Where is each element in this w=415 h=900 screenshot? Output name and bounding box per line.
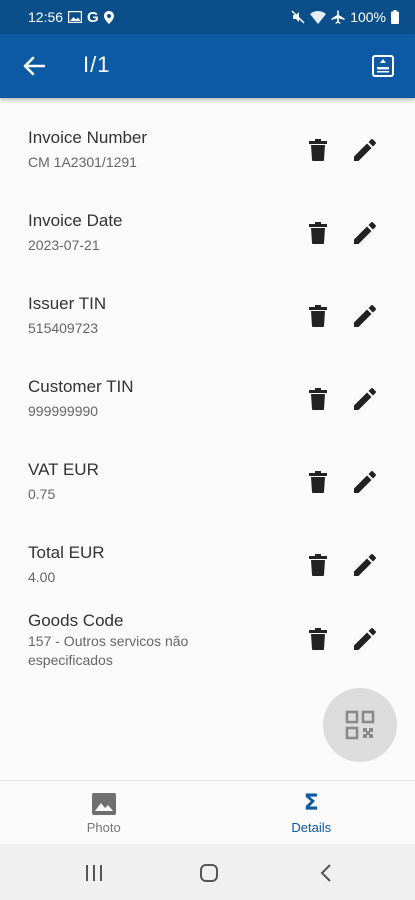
battery-icon: [391, 10, 399, 24]
field-label: Customer TIN: [28, 377, 134, 396]
sigma-icon: Σ: [303, 791, 319, 816]
status-right: 100%: [291, 9, 399, 25]
delete-button[interactable]: [305, 386, 331, 412]
pencil-icon: [354, 139, 376, 161]
field-value: 4.00: [28, 569, 56, 585]
mute-icon: [291, 10, 305, 24]
system-back-button[interactable]: [314, 862, 338, 884]
delete-button[interactable]: [305, 626, 331, 652]
battery-percent: 100%: [350, 9, 386, 25]
delete-button[interactable]: [305, 303, 331, 329]
chevron-left-icon: [320, 864, 331, 882]
wifi-icon: [310, 10, 327, 24]
field-value: 999999990: [28, 403, 99, 419]
google-notification-icon: G: [87, 8, 99, 26]
field-label: Goods Code: [28, 611, 124, 630]
edit-button[interactable]: [352, 220, 378, 246]
trash-icon: [309, 222, 327, 244]
delete-button[interactable]: [305, 469, 331, 495]
pencil-icon: [354, 388, 376, 410]
field-row-issuer-tin: Issuer TIN 515409723: [0, 264, 415, 347]
edit-button[interactable]: [352, 552, 378, 578]
system-nav-bar: [0, 844, 415, 900]
status-time: 12:56: [28, 9, 64, 25]
status-bar: 12:56 G 100%: [0, 0, 415, 34]
field-row-invoice-date: Invoice Date 2023-07-21: [0, 181, 415, 264]
home-button[interactable]: [197, 862, 221, 884]
airplane-icon: [331, 10, 345, 24]
trash-icon: [309, 305, 327, 327]
nav-label-photo: Photo: [86, 820, 121, 835]
field-label: Invoice Date: [28, 211, 123, 230]
status-left: 12:56 G: [28, 9, 114, 26]
trash-icon: [309, 554, 327, 576]
pencil-icon: [354, 222, 376, 244]
field-label: Total EUR: [28, 543, 105, 562]
back-button[interactable]: [20, 52, 48, 80]
edit-button[interactable]: [352, 303, 378, 329]
field-label: Invoice Number: [28, 128, 148, 147]
image-icon: [91, 791, 116, 817]
trash-icon: [309, 139, 327, 161]
field-value: 157 - Outros servicos não especificados: [28, 633, 189, 668]
trash-icon: [309, 388, 327, 410]
field-value: 2023-07-21: [28, 237, 100, 253]
screen: 12:56 G 100% I/1 Invoice Number CM 1A230…: [0, 0, 415, 900]
field-row-customer-tin: Customer TIN 999999990: [0, 347, 415, 430]
field-label: VAT EUR: [28, 460, 99, 479]
recent-apps-icon: [86, 865, 102, 881]
scan-qr-fab[interactable]: [323, 688, 397, 762]
pencil-icon: [354, 554, 376, 576]
nav-item-photo[interactable]: Photo: [0, 781, 208, 845]
delete-button[interactable]: [305, 552, 331, 578]
pencil-icon: [354, 628, 376, 650]
pencil-icon: [354, 471, 376, 493]
edit-button[interactable]: [352, 386, 378, 412]
pencil-icon: [354, 305, 376, 327]
delete-button[interactable]: [305, 220, 331, 246]
edit-button[interactable]: [352, 626, 378, 652]
field-value: 0.75: [28, 486, 56, 502]
home-icon: [200, 864, 218, 882]
export-button[interactable]: [369, 52, 397, 80]
qr-code-icon: [345, 710, 375, 740]
bottom-nav: Photo Σ Details: [0, 780, 415, 845]
delete-button[interactable]: [305, 137, 331, 163]
field-value: 515409723: [28, 320, 99, 336]
location-icon: [103, 10, 114, 24]
page-title: I/1: [83, 52, 111, 77]
field-list: Invoice Number CM 1A2301/1291 Invoice Da…: [0, 98, 415, 679]
nav-label-details: Details: [291, 820, 332, 835]
nav-item-details[interactable]: Σ Details: [208, 781, 415, 845]
field-row-vat-eur: VAT EUR 0.75: [0, 430, 415, 513]
field-row-goods-code: Goods Code 157 - Outros servicos não esp…: [0, 596, 415, 679]
arrow-left-icon: [23, 56, 45, 76]
gallery-notification-icon: [68, 11, 83, 23]
export-icon: [372, 55, 394, 77]
trash-icon: [309, 628, 327, 650]
trash-icon: [309, 471, 327, 493]
field-row-total-eur: Total EUR 4.00: [0, 513, 415, 596]
field-value: CM 1A2301/1291: [28, 154, 137, 170]
field-row-invoice-number: Invoice Number CM 1A2301/1291: [0, 98, 415, 181]
edit-button[interactable]: [352, 469, 378, 495]
field-label: Issuer TIN: [28, 294, 107, 313]
recent-apps-button[interactable]: [82, 862, 106, 884]
app-bar: I/1: [0, 34, 415, 98]
edit-button[interactable]: [352, 137, 378, 163]
